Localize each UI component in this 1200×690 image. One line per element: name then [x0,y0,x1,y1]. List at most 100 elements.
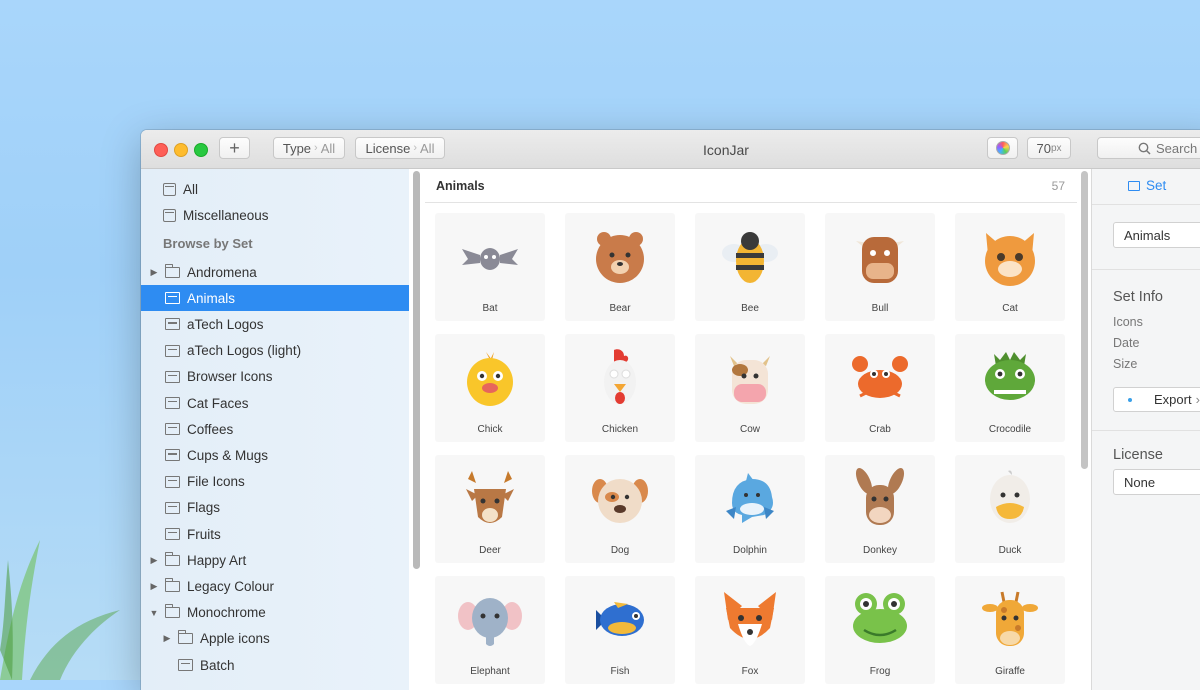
icon-card[interactable]: Frog [825,576,935,684]
icon-name: Bat [482,303,498,314]
icon-grid-panel: Animals 57 Bat Bear Bee Bull Cat Chick Chicken… [425,169,1077,690]
sidebar-item-browser-icons[interactable]: Browser Icons [141,364,409,390]
sidebar-item-label: Batch [200,657,235,673]
window-title: IconJar [703,142,749,158]
sidebar-item-label: Coffees [187,421,234,437]
type-filter-button[interactable]: Type › All [273,137,345,159]
deer-icon [466,471,514,523]
icon-name: Fox [741,666,759,677]
dog-icon [592,479,648,523]
plus-icon: + [229,137,240,158]
icon-card[interactable]: Giraffe [955,576,1065,684]
icon-card[interactable]: Bee [695,213,805,321]
sidebar-item-animals[interactable]: Animals [141,285,409,312]
icon-size-button[interactable]: 70 px [1027,137,1071,159]
set-tab[interactable]: Set [1128,178,1166,193]
disclosure-collapsed-icon[interactable]: ▶ [149,555,159,566]
set-icon [165,292,180,305]
icon-card[interactable]: Cat [955,213,1065,321]
icon-card[interactable]: Chicken [565,334,675,442]
close-window-button[interactable] [154,143,168,157]
sidebar-item-label: Happy Art [187,552,247,568]
icon-card[interactable]: Bull [825,213,935,321]
disclosure-collapsed-icon[interactable]: ▶ [162,633,172,644]
disclosure-collapsed-icon[interactable]: ▶ [149,581,159,592]
sidebar-item-coffees[interactable]: Coffees [141,416,409,442]
disclosure-collapsed-icon[interactable]: ▶ [149,267,159,278]
set-icon [165,528,180,540]
icon-count: 57 [1051,179,1065,193]
sidebar-item-file-icons[interactable]: File Icons [141,469,409,495]
sidebar-item-cups-mugs[interactable]: Cups & Mugs [141,442,409,468]
icon-name: Bull [871,303,889,314]
sidebar-item-all[interactable]: All [141,176,409,202]
icon-name: Bear [609,303,631,314]
sidebar-item-atech-logos-light[interactable]: aTech Logos (light) [141,338,409,364]
grass-decoration [0,540,120,680]
icon-card[interactable]: Fox [695,576,805,684]
sidebar-item-fruits[interactable]: Fruits [141,521,409,547]
sidebar-item-label: All [183,181,199,197]
icon-name: Crab [869,424,891,435]
license-field[interactable]: None [1113,469,1200,495]
sidebar-item-label: Cat Faces [187,395,249,411]
icon-card[interactable]: Fish [565,576,675,684]
sidebar-scrollbar[interactable] [413,171,420,569]
sidebar-item-monochrome[interactable]: ▼ Monochrome [141,600,409,626]
icon-card[interactable]: Bat [435,213,545,321]
info-row-size: Size [1113,357,1138,371]
icon-name: Dog [610,545,630,556]
sidebar-item-atech-logos[interactable]: aTech Logos [141,311,409,337]
bee-icon [722,232,778,283]
search-field[interactable]: Search [1097,137,1200,159]
set-name-value: Animals [1124,227,1171,243]
sidebar-item-cat-faces[interactable]: Cat Faces [141,390,409,416]
icon-card[interactable]: Crab [825,334,935,442]
content-scrollbar[interactable] [1081,171,1088,469]
content-title: Animals [436,179,485,193]
icon-size-value: 70 [1036,140,1051,156]
sidebar-item-legacy-colour[interactable]: ▶ Legacy Colour [141,573,409,599]
icon-card[interactable]: Elephant [435,576,545,684]
sidebar-item-flags[interactable]: Flags [141,495,409,521]
sidebar-item-batch[interactable]: Batch [141,652,409,678]
icon-card[interactable]: Dolphin [695,455,805,563]
set-icon [165,501,180,514]
icon-name: Crocodile [988,424,1032,435]
zoom-window-button[interactable] [194,143,208,157]
icon-card[interactable]: Dog [565,455,675,563]
color-filter-button[interactable] [987,137,1018,159]
folder-icon [178,630,193,645]
type-filter-label: Type [282,140,312,156]
divider [1092,269,1200,270]
icon-card[interactable]: Duck [955,455,1065,563]
fish-icon [596,602,644,636]
set-name-field[interactable]: Animals [1113,222,1200,248]
icon-card[interactable]: Deer [435,455,545,563]
sidebar-item-label: Miscellaneous [183,207,269,223]
icon-card[interactable]: Cow [695,334,805,442]
sidebar-item-miscellaneous[interactable]: Miscellaneous [141,202,409,228]
giraffe-icon [982,591,1038,646]
icon-card[interactable]: Crocodile [955,334,1065,442]
search-placeholder: Search [1156,140,1198,156]
sidebar-item-apple-icons[interactable]: ▶ Apple icons [141,626,409,652]
sidebar-item-andromena[interactable]: ▶ Andromena [141,259,409,285]
cow-icon [730,356,770,404]
chevron-right-icon: › [314,142,318,154]
sidebar-item-label: Legacy Colour [187,578,275,594]
icon-card[interactable]: Donkey [825,455,935,563]
icon-card[interactable]: Bear [565,213,675,321]
export-button[interactable]: Export › [1113,387,1200,412]
bull-icon [856,237,904,283]
license-title: License [1113,447,1163,463]
bat-icon [462,248,518,270]
license-filter-button[interactable]: License › All [355,137,445,159]
add-button[interactable]: + [219,137,250,159]
sidebar-item-happy-art[interactable]: ▶ Happy Art [141,547,409,573]
app-window: + Type › All License › All IconJar 70 px… [141,130,1200,690]
minimize-window-button[interactable] [174,143,188,157]
icon-card[interactable]: Chick [435,334,545,442]
disclosure-expanded-icon[interactable]: ▼ [149,608,159,618]
set-icon [165,370,180,383]
